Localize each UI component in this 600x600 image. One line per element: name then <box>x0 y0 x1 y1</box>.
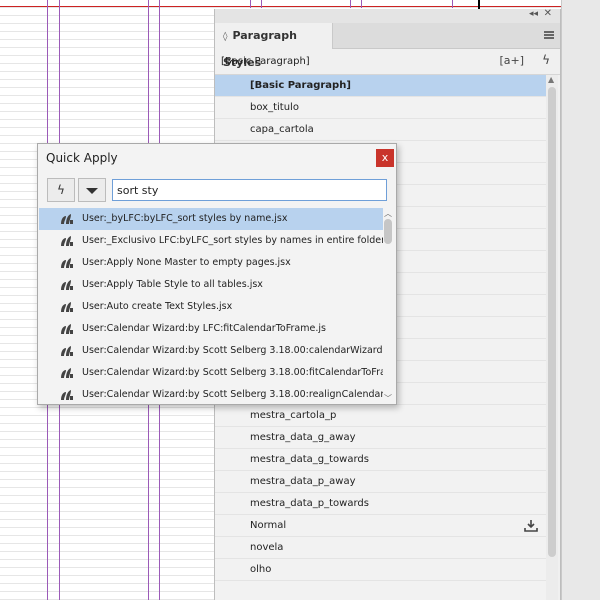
panel-title-bar: ◂◂ ✕ <box>215 8 560 23</box>
style-list-item[interactable]: mestra_data_p_away <box>215 471 548 493</box>
quick-apply-dialog: Quick Apply x ϟ User:_byLFC:byLFC_sort s… <box>37 143 397 405</box>
close-icon[interactable]: ✕ <box>544 8 552 19</box>
current-style-label: [Basic Paragraph] <box>221 56 310 67</box>
current-style-row: [Basic Paragraph] [a+] ϟ <box>215 49 560 75</box>
chevron-updown-icon: ◊ <box>223 32 228 42</box>
result-label: User:_Exclusivo LFC:byLFC_sort styles by… <box>82 235 383 246</box>
style-list-item[interactable]: mestra_cartola_p <box>215 405 548 427</box>
script-icon <box>61 214 73 224</box>
result-label: User:Calendar Wizard:by LFC:fitCalendarT… <box>82 323 326 334</box>
quick-apply-result-item[interactable]: User:Calendar Wizard:by Scott Selberg 3.… <box>39 340 383 362</box>
result-label: User:Calendar Wizard:by Scott Selberg 3.… <box>82 389 383 400</box>
pasteboard-edge <box>561 0 600 600</box>
style-list-item[interactable]: box_titulo <box>215 97 548 119</box>
style-label: olho <box>250 564 272 575</box>
quick-apply-result-item[interactable]: User:_byLFC:byLFC_sort styles by name.js… <box>39 208 383 230</box>
quick-apply-search-input[interactable] <box>112 179 387 201</box>
collapse-icon[interactable]: ◂◂ <box>529 9 538 19</box>
result-label: User:Apply None Master to empty pages.js… <box>82 257 291 268</box>
style-list-item[interactable]: capa_cartola <box>215 119 548 141</box>
scroll-down-icon[interactable]: ﹀ <box>384 393 392 404</box>
script-icon <box>61 346 73 356</box>
scroll-up-icon[interactable]: ▲ <box>548 75 554 84</box>
quick-apply-result-item[interactable]: User:Auto create Text Styles.jsx <box>39 296 383 318</box>
style-label: [Basic Paragraph] <box>250 80 351 91</box>
quick-apply-result-item[interactable]: User:Calendar Wizard:by LFC:fitCalendarT… <box>39 318 383 340</box>
text-cursor-mark <box>478 0 480 9</box>
result-label: User:Auto create Text Styles.jsx <box>82 301 233 312</box>
results-scrollbar[interactable]: ︿ ﹀ <box>382 208 394 404</box>
scroll-up-icon[interactable]: ︿ <box>384 208 392 219</box>
quick-apply-result-item[interactable]: User:Apply Table Style to all tables.jsx <box>39 274 383 296</box>
style-label: novela <box>250 542 284 553</box>
panel-menu-icon[interactable] <box>544 31 554 39</box>
result-label: User:Calendar Wizard:by Scott Selberg 3.… <box>82 367 383 378</box>
script-icon <box>61 236 73 246</box>
style-list-item[interactable]: mestra_data_p_towards <box>215 493 548 515</box>
dialog-title: Quick Apply <box>46 151 118 165</box>
style-list-item[interactable]: Normal <box>215 515 548 537</box>
script-icon <box>61 390 73 400</box>
script-icon <box>61 302 73 312</box>
style-list-item[interactable]: novela <box>215 537 548 559</box>
quick-apply-result-item[interactable]: User:Apply None Master to empty pages.js… <box>39 252 383 274</box>
quick-apply-result-item[interactable]: User:_Exclusivo LFC:byLFC_sort styles by… <box>39 230 383 252</box>
column-guide <box>250 0 251 8</box>
style-label: mestra_data_g_away <box>250 432 356 443</box>
style-label: mestra_cartola_p <box>250 410 337 421</box>
close-button[interactable]: x <box>376 149 394 167</box>
script-icon <box>61 258 73 268</box>
style-label: mestra_data_p_towards <box>250 498 369 509</box>
style-label: Normal <box>250 520 287 531</box>
quick-apply-result-item[interactable]: User:Calendar Wizard:by Scott Selberg 3.… <box>39 384 383 404</box>
quick-apply-lightning-button[interactable]: ϟ <box>47 178 75 202</box>
script-icon <box>61 324 73 334</box>
result-label: User:Apply Table Style to all tables.jsx <box>82 279 263 290</box>
column-guide <box>350 0 351 8</box>
style-label: mestra_data_g_towards <box>250 454 369 465</box>
scroll-thumb[interactable] <box>384 219 392 244</box>
result-label: User:_byLFC:byLFC_sort styles by name.js… <box>82 213 288 224</box>
panel-scrollbar[interactable]: ▲ <box>546 75 558 600</box>
download-icon <box>524 520 538 532</box>
lightning-icon: ϟ <box>57 183 65 197</box>
style-list-item[interactable]: mestra_data_g_towards <box>215 449 548 471</box>
panel-tab-bar: ◊ Paragraph Styles <box>215 23 560 69</box>
script-icon <box>61 280 73 290</box>
new-style-button[interactable]: [a+] <box>499 54 524 67</box>
style-list-item[interactable]: mestra_data_g_away <box>215 427 548 449</box>
lightning-icon[interactable]: ϟ <box>542 53 550 67</box>
style-label: mestra_data_p_away <box>250 476 356 487</box>
column-guide <box>452 0 453 8</box>
quick-apply-result-item[interactable]: User:Calendar Wizard:by Scott Selberg 3.… <box>39 362 383 384</box>
column-guide <box>261 0 262 8</box>
script-icon <box>61 368 73 378</box>
style-list-item[interactable]: olho <box>215 559 548 581</box>
column-guide <box>361 0 362 8</box>
result-label: User:Calendar Wizard:by Scott Selberg 3.… <box>82 345 383 356</box>
chevron-down-icon <box>86 188 98 194</box>
tab-paragraph-styles[interactable]: ◊ Paragraph Styles <box>215 23 333 69</box>
quick-apply-results-list: User:_byLFC:byLFC_sort styles by name.js… <box>39 208 383 404</box>
scroll-thumb[interactable] <box>548 87 556 557</box>
style-list-item[interactable]: [Basic Paragraph] <box>215 75 548 97</box>
filter-dropdown-button[interactable] <box>78 178 106 202</box>
style-label: capa_cartola <box>250 124 314 135</box>
top-margin-guide <box>0 6 600 7</box>
style-label: box_titulo <box>250 102 299 113</box>
